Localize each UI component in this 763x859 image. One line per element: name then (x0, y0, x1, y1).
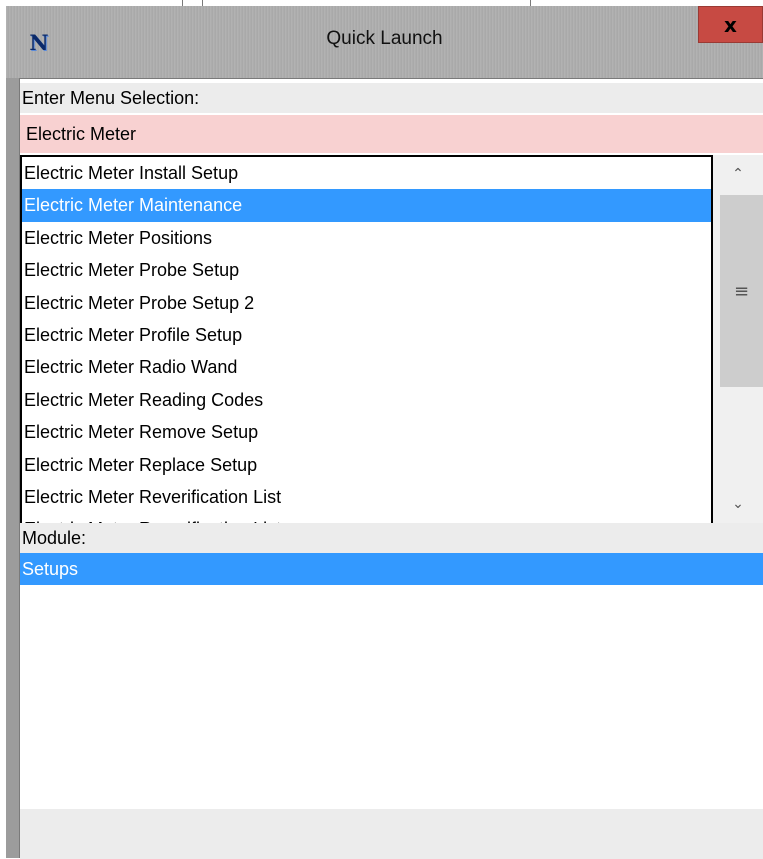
list-item[interactable]: Electric Meter Install Setup (22, 157, 711, 189)
menu-results-list[interactable]: Electric Meter Install Setup Electric Met… (20, 155, 713, 523)
list-item[interactable]: Electric Meter Maintenance (22, 189, 711, 222)
menu-results-listbox[interactable]: Electric Meter Install Setup Electric Met… (20, 155, 763, 523)
scroll-up-arrow-icon[interactable]: ⌃ (713, 155, 763, 193)
module-value[interactable]: Setups (20, 553, 763, 585)
window-title: Quick Launch (326, 28, 443, 49)
module-label: Module: (20, 523, 763, 553)
grip-icon: ≡ (733, 280, 750, 302)
list-item[interactable]: Electric Meter Reverification List (22, 481, 711, 513)
menu-selection-label: Enter Menu Selection: (20, 83, 763, 113)
list-item[interactable]: Electric Meter Replace Setup (22, 449, 711, 481)
close-button[interactable]: x (698, 6, 763, 43)
status-bar (20, 809, 763, 859)
list-item[interactable]: Electric Meter Reading Codes (22, 384, 711, 416)
list-item[interactable]: Electric Meter Radio Wand (22, 351, 711, 383)
list-item[interactable]: Electric Meter Remove Setup (22, 416, 711, 448)
list-item[interactable]: Electric Meter Probe Setup (22, 254, 711, 286)
scroll-down-arrow-icon[interactable]: ⌄ (713, 485, 763, 523)
title-bar[interactable]: N Quick Launch x (6, 6, 763, 78)
list-item[interactable]: Electric Meter Reverification List (22, 513, 711, 523)
list-scrollbar[interactable]: ⌃ ≡ ⌄ (713, 155, 763, 523)
quick-launch-window: N Quick Launch x Enter Menu Selection: E… (6, 6, 763, 859)
menu-selection-input[interactable] (20, 115, 763, 153)
list-item[interactable]: Electric Meter Profile Setup (22, 319, 711, 351)
list-item[interactable]: Electric Meter Positions (22, 222, 711, 254)
dialog-content: Enter Menu Selection: Electric Meter Ins… (19, 78, 763, 859)
close-icon: x (724, 12, 737, 37)
list-item[interactable]: Electric Meter Probe Setup 2 (22, 287, 711, 319)
scroll-thumb[interactable]: ≡ (720, 195, 763, 387)
